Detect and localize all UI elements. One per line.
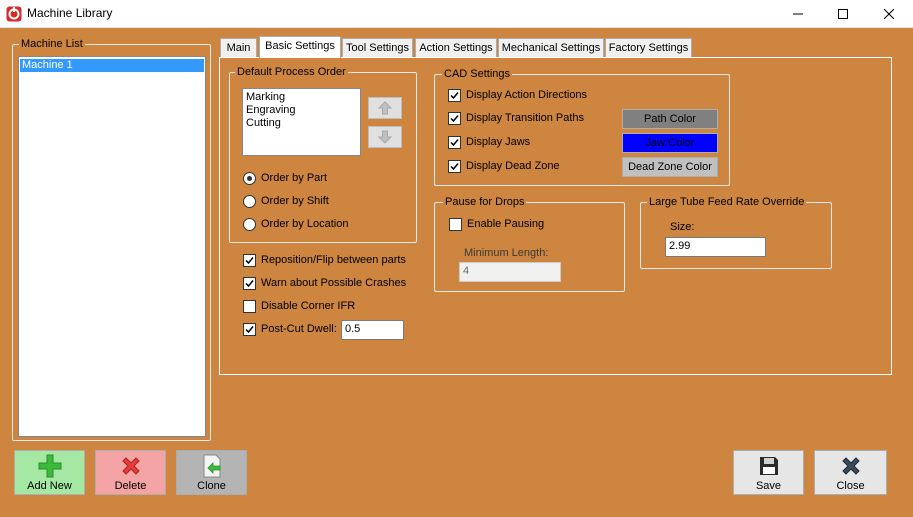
tab-factory-settings[interactable]: Factory Settings [605,38,692,57]
tab-main[interactable]: Main [220,38,257,57]
pause-for-drops-legend: Pause for Drops [443,196,527,208]
checkmark-icon [245,280,254,288]
machine-list-item[interactable]: Machine 1 [20,59,204,72]
checkmark-icon [245,326,254,334]
maximize-icon [838,9,848,19]
close-label: Close [836,480,865,492]
title-bar: Machine Library [0,0,913,28]
save-button[interactable]: Save [733,450,804,495]
move-down-button[interactable] [368,126,402,148]
list-item[interactable]: Engraving [246,104,357,117]
radio-selected-dot [247,176,252,181]
arrow-down-icon [377,130,393,144]
size-input[interactable]: 2.99 [665,237,766,257]
tab-basic-settings[interactable]: Basic Settings [259,36,341,58]
warn-crashes-checkbox[interactable] [243,277,256,290]
minimize-icon [793,13,803,15]
delete-button[interactable]: Delete [95,450,166,495]
enable-pausing-checkbox[interactable] [449,218,462,231]
display-dead-zone-checkbox[interactable] [448,160,461,173]
list-item[interactable]: Cutting [246,117,357,130]
display-jaws-checkbox[interactable] [448,136,461,149]
tab-tool-settings[interactable]: Tool Settings [342,38,413,57]
post-cut-dwell-label: Post-Cut Dwell: [261,323,337,335]
disable-corner-label: Disable Corner IFR [261,300,356,312]
tab-mechanical-settings[interactable]: Mechanical Settings [498,38,604,57]
app-logo-icon [6,6,22,22]
minimum-length-label: Minimum Length: [464,247,549,259]
cad-settings-legend: CAD Settings [442,68,513,80]
checkmark-icon [450,163,459,171]
move-up-button[interactable] [368,97,402,119]
warn-crashes-label: Warn about Possible Crashes [261,277,407,289]
display-jaws-label: Display Jaws [466,136,531,148]
order-by-location-radio[interactable] [243,218,256,231]
checkmark-icon [450,92,459,100]
delete-label: Delete [114,480,147,492]
display-action-directions-checkbox[interactable] [448,89,461,102]
plus-icon [38,454,61,478]
reposition-label: Reposition/Flip between parts [261,254,406,266]
delete-x-icon [121,457,140,475]
display-dead-zone-label: Display Dead Zone [466,160,560,172]
process-order-listbox[interactable]: Marking Engraving Cutting [242,88,361,156]
maximize-button[interactable] [820,0,866,28]
machine-listbox[interactable]: Machine 1 [18,56,206,437]
dead-zone-color-button[interactable]: Dead Zone Color [622,157,718,177]
size-label: Size: [670,221,695,233]
post-cut-dwell-checkbox[interactable] [243,323,256,336]
display-action-directions-label: Display Action Directions [466,89,588,101]
minimize-button[interactable] [775,0,821,28]
checkmark-icon [450,115,459,123]
display-transition-paths-label: Display Transition Paths [466,112,584,124]
close-x-icon [841,457,860,475]
large-tube-legend: Large Tube Feed Rate Override [647,196,807,208]
checkmark-icon [450,139,459,147]
enable-pausing-label: Enable Pausing [467,218,545,230]
list-item[interactable]: Marking [246,91,357,104]
add-new-label: Add New [27,480,72,492]
order-by-location-label: Order by Location [261,218,349,230]
path-color-button[interactable]: Path Color [622,109,718,129]
clone-label: Clone [197,480,226,492]
process-order-legend: Default Process Order [235,66,348,78]
machine-list-legend: Machine List [19,38,85,50]
close-icon [884,9,894,19]
close-button[interactable]: Close [814,450,887,495]
save-label: Save [755,480,782,492]
jaw-color-button[interactable]: Jaw Color [622,133,718,153]
clone-icon [203,454,220,478]
window-title: Machine Library [27,6,113,20]
minimum-length-input[interactable]: 4 [459,262,561,282]
close-window-button[interactable] [866,0,912,28]
order-by-part-label: Order by Part [261,172,328,184]
large-tube-group [640,202,832,269]
clone-button[interactable]: Clone [176,450,247,495]
arrow-up-icon [377,101,393,115]
add-new-button[interactable]: Add New [14,450,85,495]
tab-action-settings[interactable]: Action Settings [415,38,497,57]
order-by-shift-radio[interactable] [243,195,256,208]
post-cut-dwell-input[interactable]: 0.5 [341,320,404,340]
checkmark-icon [245,257,254,265]
reposition-checkbox[interactable] [243,254,256,267]
floppy-disk-icon [759,457,778,475]
order-by-part-radio[interactable] [243,172,256,185]
order-by-shift-label: Order by Shift [261,195,329,207]
display-transition-paths-checkbox[interactable] [448,112,461,125]
disable-corner-checkbox[interactable] [243,300,256,313]
